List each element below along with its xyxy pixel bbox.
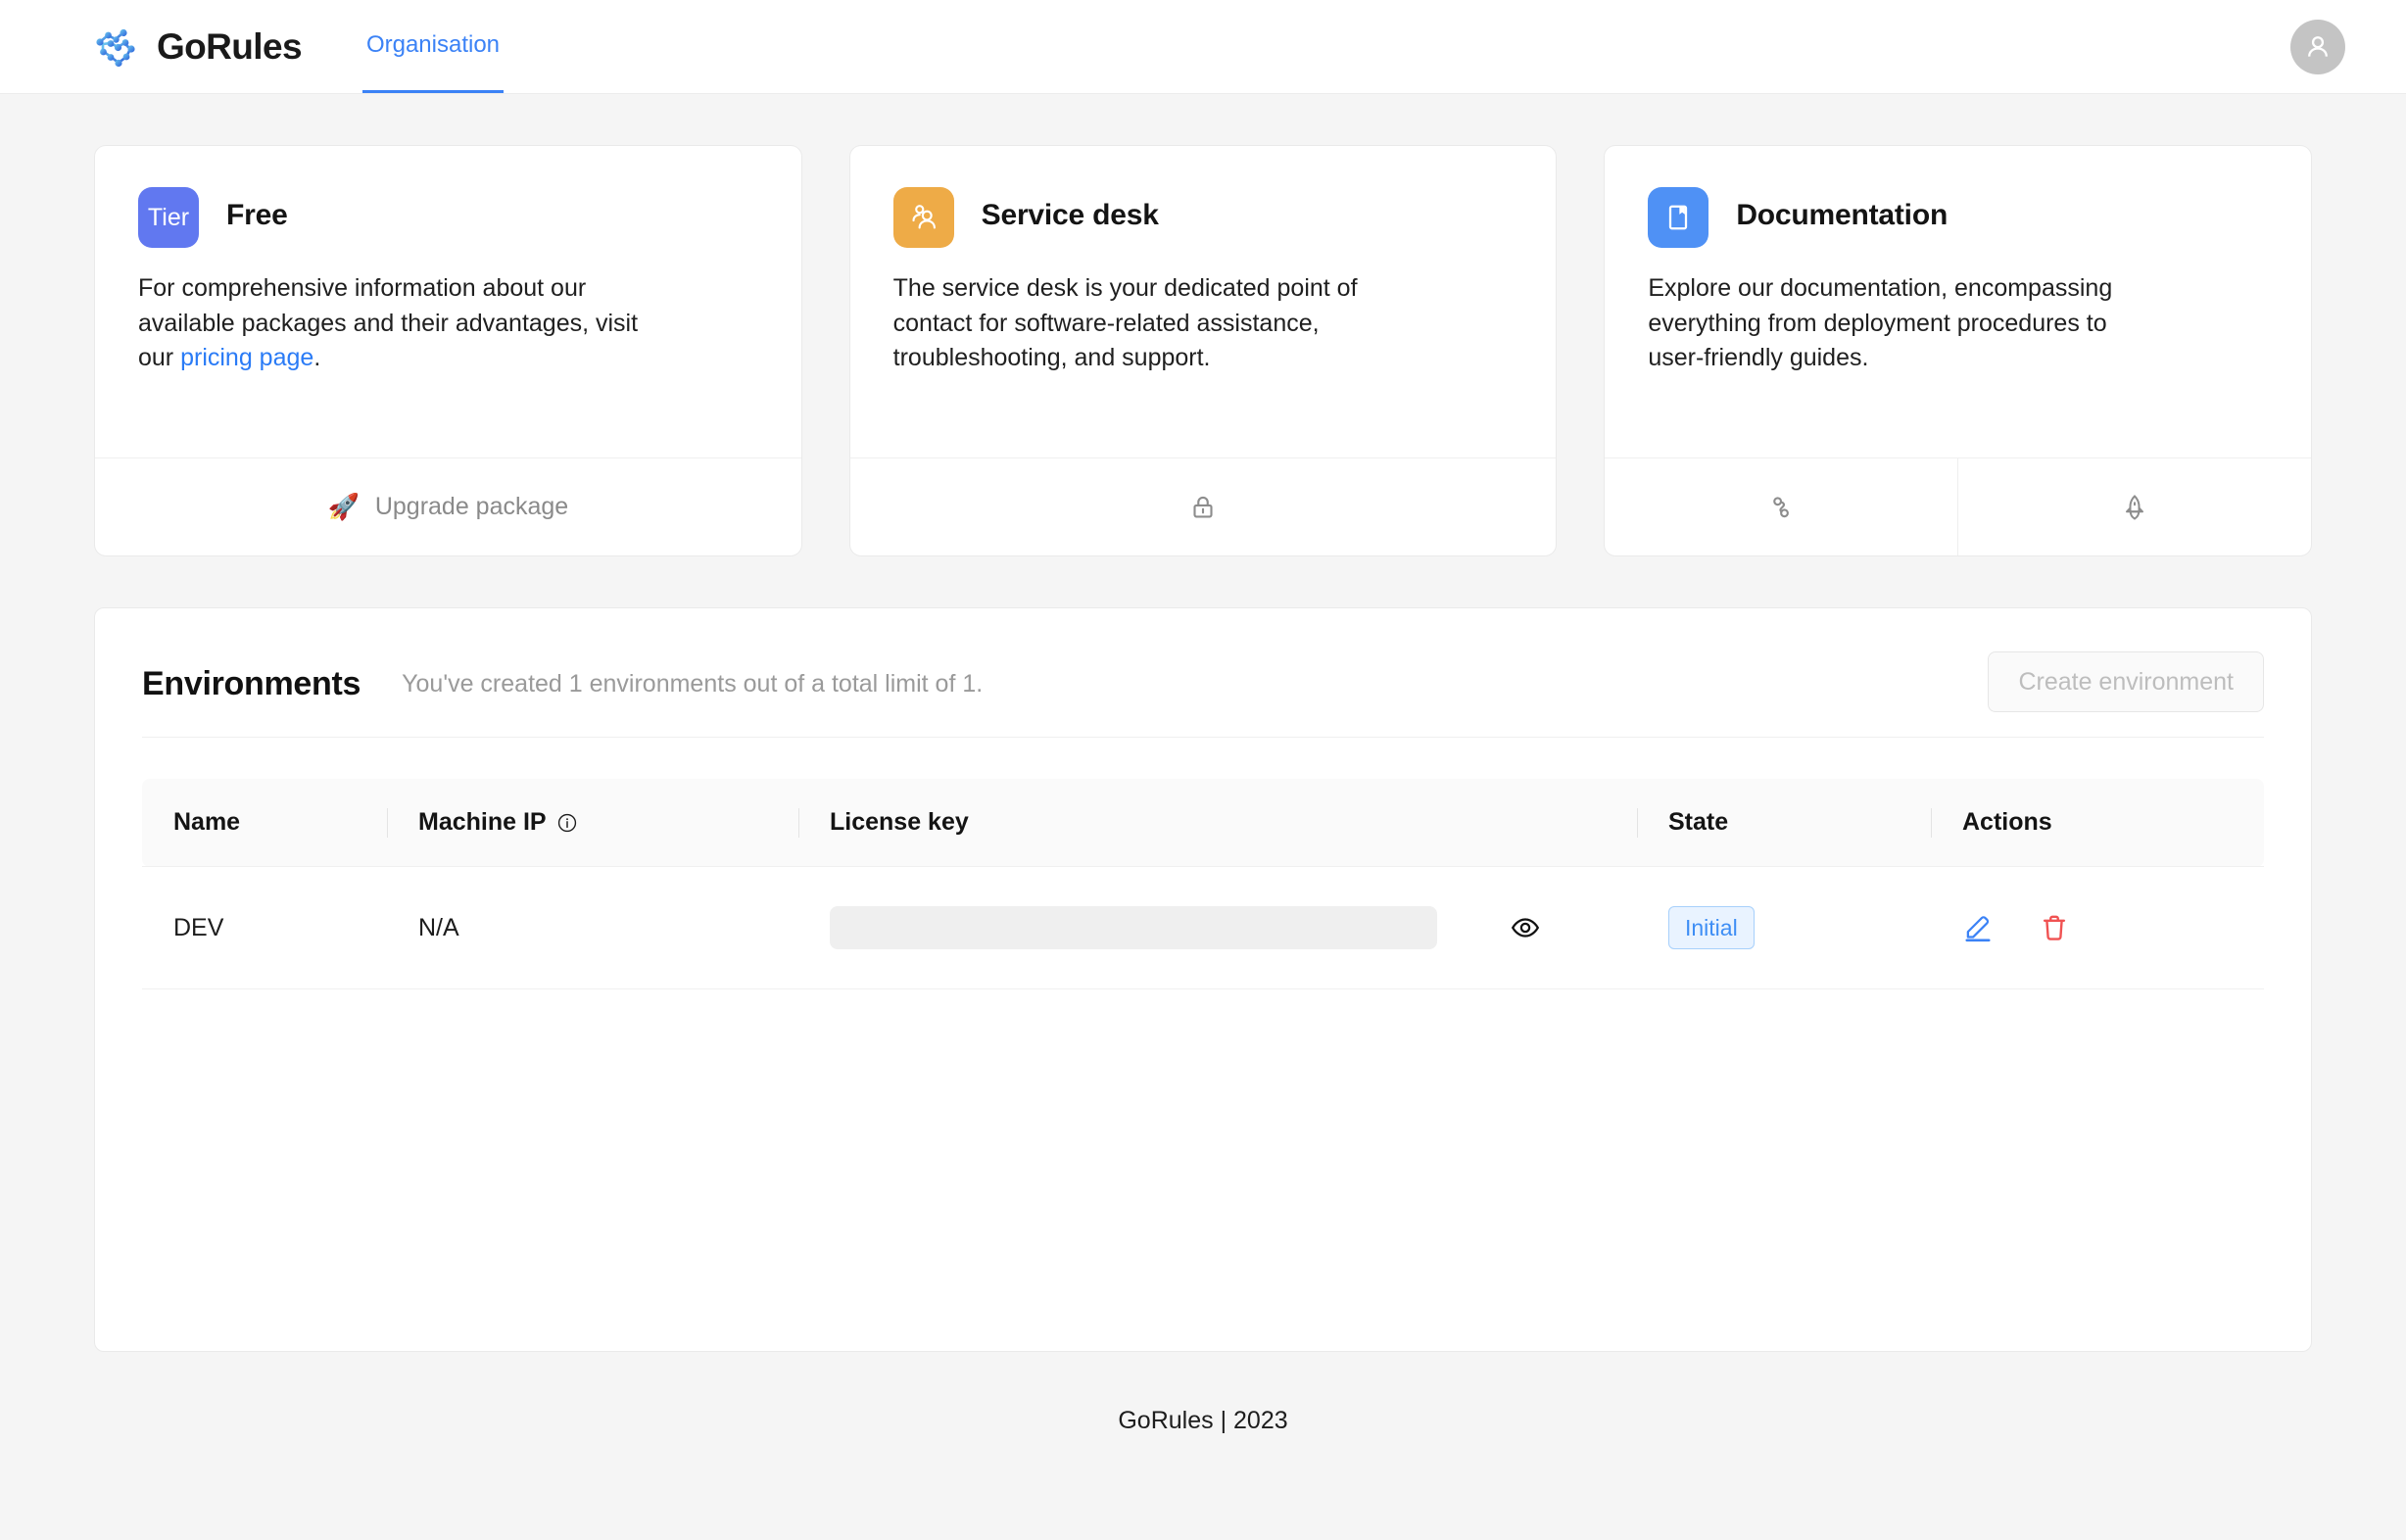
page-content: Tier Free For comprehensive information … — [0, 94, 2406, 1468]
table-header-row: Name Machine IP License key State Action… — [142, 779, 2264, 867]
top-navigation-bar: GoRules Organisation — [0, 0, 2406, 94]
tab-organisation-label: Organisation — [365, 31, 501, 58]
documentation-flow-button[interactable] — [1605, 458, 1957, 555]
tier-badge-icon: Tier — [138, 187, 199, 248]
pricing-page-link[interactable]: pricing page — [180, 344, 313, 371]
avatar[interactable] — [2290, 19, 2345, 74]
column-header-name: Name — [142, 779, 387, 867]
info-circle-icon[interactable] — [556, 812, 578, 834]
cell-machine-ip: N/A — [387, 866, 798, 989]
column-header-license-key: License key — [798, 779, 1637, 867]
column-header-machine-ip: Machine IP — [387, 779, 798, 867]
column-header-machine-ip-label: Machine IP — [418, 808, 547, 836]
cell-name: DEV — [142, 866, 387, 989]
brand-name: GoRules — [157, 25, 303, 67]
rocket-emoji-icon: 🚀 — [327, 492, 360, 521]
column-header-actions-label: Actions — [1962, 808, 2052, 836]
card-documentation-text: Explore our documentation, encompassing … — [1648, 274, 2113, 371]
tier-badge-label: Tier — [147, 203, 190, 231]
card-tier-body: Tier Free For comprehensive information … — [95, 146, 801, 457]
brand-logo[interactable]: GoRules — [94, 0, 303, 93]
lock-icon — [1193, 496, 1213, 517]
main-nav: Organisation — [361, 0, 505, 93]
flow-node-icon — [1773, 496, 1790, 517]
card-tier-text-part2: . — [313, 344, 321, 371]
rocket-outline-icon — [2126, 494, 2144, 520]
environments-subtitle: You've created 1 environments out of a t… — [402, 670, 984, 698]
column-header-actions: Actions — [1931, 779, 2264, 867]
delete-trash-icon — [2043, 915, 2066, 940]
column-header-license-key-label: License key — [830, 808, 969, 836]
card-tier-footer: 🚀 Upgrade package — [95, 457, 801, 555]
card-tier: Tier Free For comprehensive information … — [94, 145, 802, 556]
column-header-state: State — [1637, 779, 1931, 867]
license-key-masked-value — [830, 906, 1437, 949]
documentation-rocket-button[interactable] — [1957, 458, 2311, 555]
edit-pencil-icon — [1965, 916, 1991, 942]
card-documentation-header: Documentation — [1648, 187, 2268, 248]
card-tier-text: For comprehensive information about our … — [138, 271, 648, 376]
gorules-network-logo-icon — [94, 23, 143, 72]
service-desk-locked-button[interactable] — [850, 458, 1557, 555]
environments-header: Environments You've created 1 environmen… — [142, 651, 2264, 738]
page-title: Environments — [142, 665, 361, 702]
card-tier-header: Tier Free — [138, 187, 758, 248]
card-documentation-body: Documentation Explore our documentation,… — [1605, 146, 2311, 457]
cell-state: Initial — [1637, 866, 1931, 989]
user-avatar-icon — [2308, 35, 2328, 57]
card-service-desk: Service desk The service desk is your de… — [848, 145, 1558, 556]
page-footer: GoRules | 2023 — [1118, 1407, 1288, 1434]
users-icon — [892, 187, 954, 248]
delete-environment-button[interactable] — [2039, 912, 2070, 943]
card-documentation-footer — [1605, 457, 2311, 555]
eye-icon — [1511, 918, 1540, 938]
environments-table: Name Machine IP License key State Action… — [142, 779, 2264, 989]
card-service-desk-header: Service desk — [892, 187, 1514, 248]
column-header-state-label: State — [1668, 808, 1729, 836]
card-service-desk-text: The service desk is your dedicated point… — [892, 274, 1358, 371]
tab-organisation[interactable]: Organisation — [361, 0, 505, 93]
info-cards-row: Tier Free For comprehensive information … — [94, 145, 2312, 556]
card-service-desk-title: Service desk — [981, 199, 1159, 231]
book-bookmark-icon — [1648, 187, 1709, 248]
card-service-desk-body: Service desk The service desk is your de… — [850, 146, 1557, 457]
upgrade-package-label: Upgrade package — [374, 493, 569, 520]
status-badge: Initial — [1668, 906, 1755, 949]
edit-environment-button[interactable] — [1962, 912, 1994, 943]
table-row: DEV N/A Initial — [142, 866, 2264, 989]
environments-table-body: DEV N/A Initial — [142, 866, 2264, 989]
environments-panel: Environments You've created 1 environmen… — [94, 607, 2312, 1352]
cell-actions — [1931, 866, 2264, 989]
toggle-license-visibility-button[interactable] — [1510, 912, 1541, 943]
card-tier-title: Free — [226, 199, 288, 231]
environments-table-header: Name Machine IP License key State Action… — [142, 779, 2264, 867]
card-documentation-title: Documentation — [1736, 199, 1949, 231]
column-header-name-label: Name — [173, 808, 241, 836]
card-service-desk-footer — [849, 457, 1557, 555]
card-documentation: Documentation Explore our documentation,… — [1604, 145, 2312, 556]
create-environment-button[interactable]: Create environment — [1988, 651, 2264, 712]
cell-license-key — [798, 866, 1637, 989]
upgrade-package-button[interactable]: 🚀 Upgrade package — [95, 458, 801, 555]
